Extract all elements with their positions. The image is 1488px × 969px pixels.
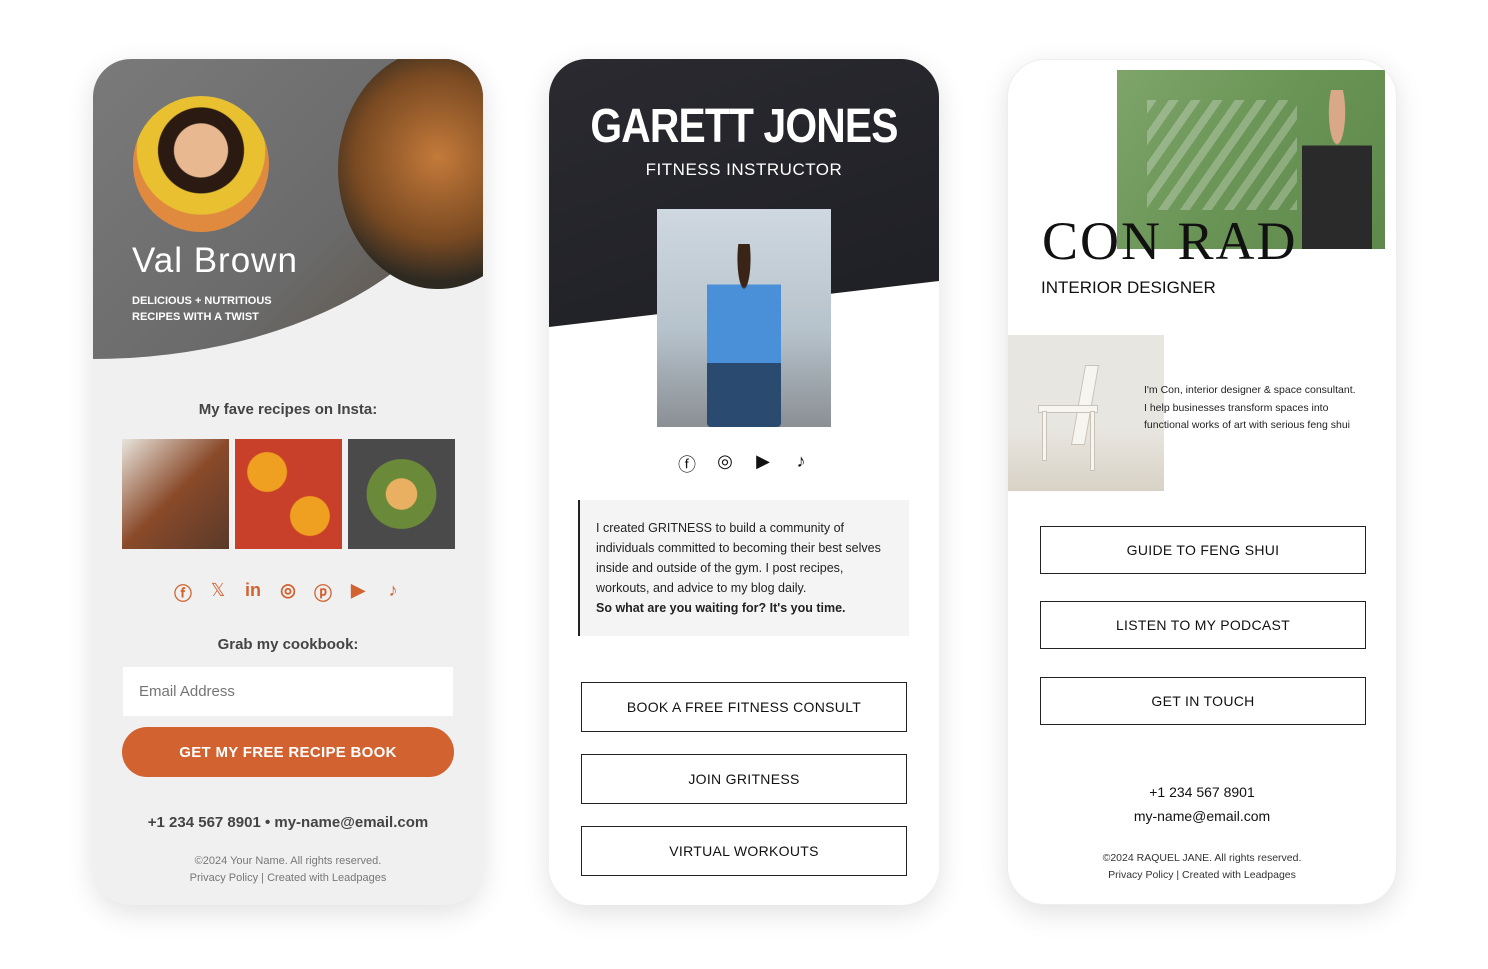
bio-bold: So what are you waiting for? It's you ti…	[596, 601, 846, 615]
profile-photo	[657, 209, 831, 427]
podcast-button[interactable]: LISTEN TO MY PODCAST	[1040, 601, 1366, 649]
copyright: ©2024 Your Name. All rights reserved.	[194, 855, 382, 867]
bio-block: I created GRITNESS to build a community …	[578, 500, 909, 636]
instagram-icon[interactable]: ◎	[279, 580, 297, 606]
val-brown-page-preview: Val Brown DELICIOUS + NUTRITIOUS RECIPES …	[93, 59, 483, 905]
page-title: GARETT JONES	[590, 100, 898, 153]
insta-heading: My fave recipes on Insta:	[198, 401, 378, 418]
get-recipe-book-button[interactable]: GET MY FREE RECIPE BOOK	[122, 727, 454, 777]
tiktok-icon[interactable]: ♪	[792, 451, 810, 477]
garett-jones-page-preview: GARETT JONES FITNESS INSTRUCTOR ⓕ ◎ ▶ ♪ …	[549, 59, 939, 905]
email[interactable]: my-name@email.com	[1008, 804, 1396, 828]
insta-photo-salad[interactable]	[348, 439, 455, 549]
footer: ©2024 Your Name. All rights reserved. Pr…	[93, 853, 483, 887]
page-title: CON RAD	[1042, 211, 1298, 271]
email-input[interactable]	[123, 667, 453, 716]
tiktok-icon[interactable]: ♪	[384, 580, 402, 606]
bio-text: I created GRITNESS to build a community …	[596, 521, 881, 595]
join-gritness-button[interactable]: JOIN GRITNESS	[581, 754, 907, 804]
bio-text: I'm Con, interior designer & space consu…	[1144, 384, 1356, 431]
subtitle: FITNESS INSTRUCTOR	[645, 160, 843, 179]
page-title: Val Brown	[132, 241, 298, 280]
phone: +1 234 567 8901	[1149, 784, 1255, 800]
separator: |	[261, 872, 265, 884]
virtual-workouts-button[interactable]: VIRTUAL WORKOUTS	[581, 826, 907, 876]
footer: ©2024 RAQUEL JANE. All rights reserved. …	[1008, 850, 1396, 884]
con-rad-page-preview: CON RAD INTERIOR DESIGNER I'm Con, inter…	[1007, 59, 1397, 905]
book-consult-button[interactable]: BOOK A FREE FITNESS CONSULT	[581, 682, 907, 732]
avatar	[133, 96, 269, 232]
facebook-icon[interactable]: ⓕ	[174, 580, 192, 606]
subtitle: INTERIOR DESIGNER	[1041, 278, 1216, 297]
youtube-icon[interactable]: ▶	[754, 451, 772, 477]
social-links: ⓕ ◎ ▶ ♪	[549, 451, 939, 477]
instagram-icon[interactable]: ◎	[716, 451, 734, 477]
insta-photo-citrus[interactable]	[235, 439, 342, 549]
shadow-stripes	[1147, 100, 1297, 210]
youtube-icon[interactable]: ▶	[349, 580, 367, 606]
pinterest-icon[interactable]: ⓟ	[314, 580, 332, 606]
man-figure	[1302, 90, 1372, 249]
contact-info: +1 234 567 8901 my-name@email.com	[1008, 780, 1396, 828]
privacy-policy-link[interactable]: Privacy Policy	[190, 872, 258, 884]
linkedin-icon[interactable]: in	[244, 580, 262, 606]
man-figure	[707, 244, 781, 427]
privacy-policy-link[interactable]: Privacy Policy	[1108, 869, 1173, 881]
copyright: ©2024 RAQUEL JANE. All rights reserved.	[1102, 852, 1302, 864]
get-in-touch-button[interactable]: GET IN TOUCH	[1040, 677, 1366, 725]
cookbook-heading: Grab my cookbook:	[217, 636, 359, 653]
x-icon[interactable]: 𝕏	[209, 580, 227, 606]
separator: |	[1176, 869, 1180, 881]
contact-info: +1 234 567 8901 • my-name@email.com	[147, 814, 429, 831]
chair-photo	[1008, 335, 1164, 491]
leadpages-link[interactable]: Created with Leadpages	[1182, 869, 1296, 881]
feng-shui-guide-button[interactable]: GUIDE TO FENG SHUI	[1040, 526, 1366, 574]
leadpages-link[interactable]: Created with Leadpages	[267, 872, 386, 884]
tagline: DELICIOUS + NUTRITIOUS RECIPES WITH A TWI…	[132, 295, 272, 323]
insta-photo-steak[interactable]	[122, 439, 229, 549]
facebook-icon[interactable]: ⓕ	[678, 451, 696, 477]
social-links: ⓕ 𝕏 in ◎ ⓟ ▶ ♪	[93, 580, 483, 606]
